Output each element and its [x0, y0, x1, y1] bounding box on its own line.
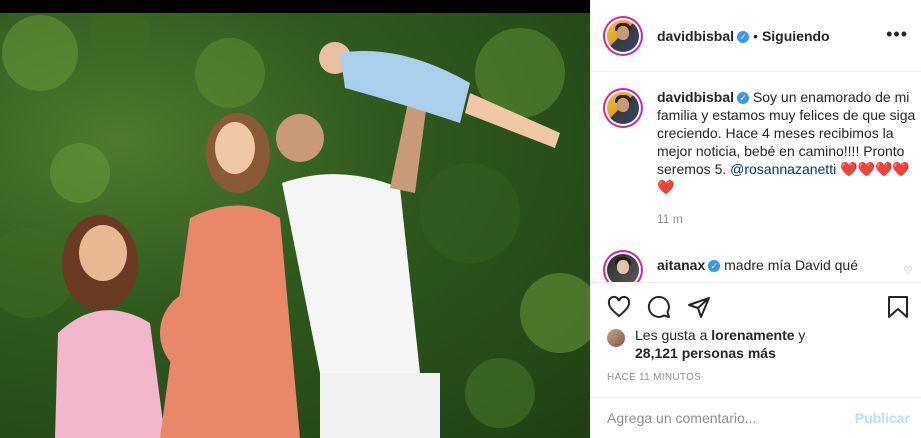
header-line: davidbisbal ✓ • Siguiendo — [657, 28, 830, 44]
caption-username[interactable]: davidbisbal — [657, 89, 734, 105]
comment-item: aitanax ✓ madre mía David qué ♡ — [607, 252, 913, 282]
caption-avatar[interactable] — [607, 92, 639, 124]
post-timestamp[interactable]: HACE 11 MINUTOS — [607, 372, 701, 383]
caption-time[interactable]: 11 m — [657, 212, 907, 226]
liker-username[interactable]: lorenamente — [711, 327, 794, 343]
verified-badge-icon: ✓ — [737, 31, 750, 43]
post-photo[interactable] — [0, 13, 590, 438]
comment-text: aitanax ✓ madre mía David qué — [657, 252, 887, 274]
verified-badge-icon: ✓ — [737, 92, 750, 104]
liker-avatar[interactable] — [607, 329, 625, 347]
caption-text: davidbisbal ✓ Soy un enamorado de mi fami… — [657, 88, 917, 196]
like-heart-icon[interactable] — [607, 295, 631, 319]
post-header: davidbisbal ✓ • Siguiendo ••• — [591, 0, 921, 72]
comment-composer: Publicar — [591, 397, 921, 438]
comment-input[interactable] — [607, 408, 837, 428]
comment-bubble-icon[interactable] — [647, 295, 671, 319]
comment-like-heart-icon[interactable]: ♡ — [903, 264, 913, 277]
author-avatar[interactable] — [607, 20, 639, 52]
commenter-avatar[interactable] — [607, 254, 639, 282]
likes-summary: Les gusta a lorenamente y 28,121 persona… — [607, 326, 907, 362]
following-button[interactable]: Siguiendo — [762, 28, 830, 44]
author-username[interactable]: davidbisbal — [657, 28, 734, 44]
save-bookmark-icon[interactable] — [887, 295, 909, 319]
action-bar — [591, 282, 921, 328]
separator-dot: • — [753, 28, 758, 44]
likes-connector: y — [798, 327, 806, 343]
publish-button[interactable]: Publicar — [855, 410, 910, 426]
more-options-icon[interactable]: ••• — [886, 24, 908, 45]
commenter-username[interactable]: aitanax — [657, 257, 705, 273]
comment-body: madre mía David qué — [724, 257, 858, 273]
caption-block: davidbisbal ✓ Soy un enamorado de mi fami… — [607, 88, 915, 226]
caption-mention-link[interactable]: @rosannazanetti — [730, 161, 836, 177]
post-side-panel: davidbisbal ✓ • Siguiendo ••• davidbisbal ✓ … — [590, 0, 921, 438]
likes-prefix: Les gusta a — [635, 327, 708, 343]
family-photo-illustration — [0, 13, 590, 438]
top-black-bar — [0, 0, 590, 13]
likes-count-link[interactable]: 28,121 personas más — [635, 345, 776, 361]
share-send-icon[interactable] — [687, 295, 711, 319]
comments-scroll-area[interactable]: davidbisbal ✓ Soy un enamorado de mi fami… — [591, 72, 921, 282]
verified-badge-icon: ✓ — [708, 260, 721, 272]
likes-text: Les gusta a lorenamente y 28,121 persona… — [635, 326, 907, 362]
